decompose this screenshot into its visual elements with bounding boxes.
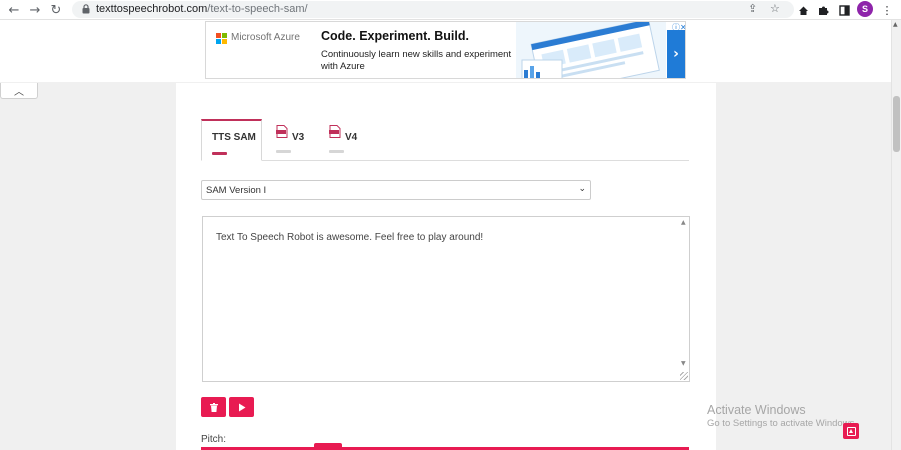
tab-label: TTS SAM <box>212 132 256 143</box>
tab-active-indicator <box>212 152 227 155</box>
tab-v4[interactable]: V4 <box>326 119 366 161</box>
activation-title: Activate Windows <box>707 403 806 417</box>
back-icon[interactable]: ← <box>6 2 22 18</box>
star-icon[interactable]: ☆ <box>770 2 780 15</box>
resize-grip-icon[interactable] <box>680 372 688 380</box>
ad-body-text: Continuously learn new skills and experi… <box>321 49 512 72</box>
activation-subtitle: Go to Settings to activate Windows. <box>707 418 857 429</box>
microsoft-logo <box>216 33 227 44</box>
menu-icon[interactable]: ⋮ <box>879 2 895 18</box>
url-text: texttospeechrobot.com/text-to-speech-sam… <box>96 3 308 15</box>
text-input-value: Text To Speech Robot is awesome. Feel fr… <box>216 232 484 243</box>
pitch-label: Pitch: <box>201 434 227 445</box>
tab-label: V3 <box>292 132 305 143</box>
tab-indicator <box>276 150 291 153</box>
pdf-icon <box>329 125 341 138</box>
forward-icon[interactable]: → <box>27 2 43 18</box>
version-tabs: TTS SAM V3 V4 <box>201 119 689 161</box>
url-domain: texttospeechrobot.com <box>96 3 208 15</box>
windows-activation-watermark: Activate Windows Go to Settings to activ… <box>707 403 857 429</box>
scroll-top-icon <box>846 426 856 436</box>
ad-banner[interactable]: Microsoft Azure Code. Experiment. Build.… <box>205 21 686 79</box>
lock-icon <box>82 4 90 14</box>
scroll-to-top-button[interactable] <box>843 423 859 439</box>
chevron-down-icon: ⌄ <box>578 184 586 194</box>
textarea-scrollbar[interactable]: ▲ ▼ <box>679 217 689 381</box>
tab-tts-sam[interactable]: TTS SAM <box>201 119 262 161</box>
url-path: /text-to-speech-sam/ <box>207 3 308 15</box>
play-icon <box>238 403 245 411</box>
tab-label: V4 <box>345 132 358 143</box>
select-value: SAM Version I <box>206 185 267 196</box>
pitch-slider-thumb[interactable] <box>313 443 342 450</box>
logo-square <box>216 39 221 44</box>
tab-v3[interactable]: V3 <box>273 119 313 161</box>
collapse-ad-chevron-icon[interactable]: ︿ <box>0 83 38 99</box>
share-icon[interactable]: ⇪ <box>748 2 757 15</box>
pdf-icon <box>276 125 288 138</box>
text-input-area[interactable]: Text To Speech Robot is awesome. Feel fr… <box>202 216 690 382</box>
address-bar[interactable]: texttospeechrobot.com/text-to-speech-sam… <box>72 1 794 18</box>
profile-avatar[interactable]: S <box>857 1 873 17</box>
scrollbar-thumb[interactable] <box>893 96 900 152</box>
browser-toolbar: ← → ↻ texttospeechrobot.com/text-to-spee… <box>0 0 901 20</box>
reload-icon[interactable]: ↻ <box>48 2 64 18</box>
puzzle-icon[interactable] <box>815 2 831 18</box>
ad-brand: Microsoft Azure <box>231 32 300 43</box>
logo-square <box>216 33 221 38</box>
ad-next-arrow-icon[interactable]: › <box>667 30 685 78</box>
tab-indicator <box>329 150 344 153</box>
page-scrollbar[interactable]: ▲ <box>891 20 901 450</box>
scroll-up-arrow-icon[interactable]: ▲ <box>893 21 898 28</box>
clear-text-button[interactable] <box>201 397 226 417</box>
sidebar-icon[interactable] <box>836 2 852 18</box>
extension-icon[interactable] <box>795 2 811 18</box>
tts-panel: TTS SAM V3 V4 SAM Version I ⌄ Text To Sp… <box>176 83 716 450</box>
trash-icon <box>209 402 218 412</box>
logo-square <box>222 39 227 44</box>
play-button[interactable] <box>229 397 254 417</box>
logo-square <box>222 33 227 38</box>
ad-dashboard-illustration <box>516 22 666 78</box>
ad-headline: Code. Experiment. Build. <box>321 29 469 43</box>
scroll-down-arrow-icon[interactable]: ▼ <box>681 360 686 367</box>
scroll-up-arrow-icon[interactable]: ▲ <box>681 219 686 226</box>
version-select[interactable]: SAM Version I ⌄ <box>201 180 591 200</box>
